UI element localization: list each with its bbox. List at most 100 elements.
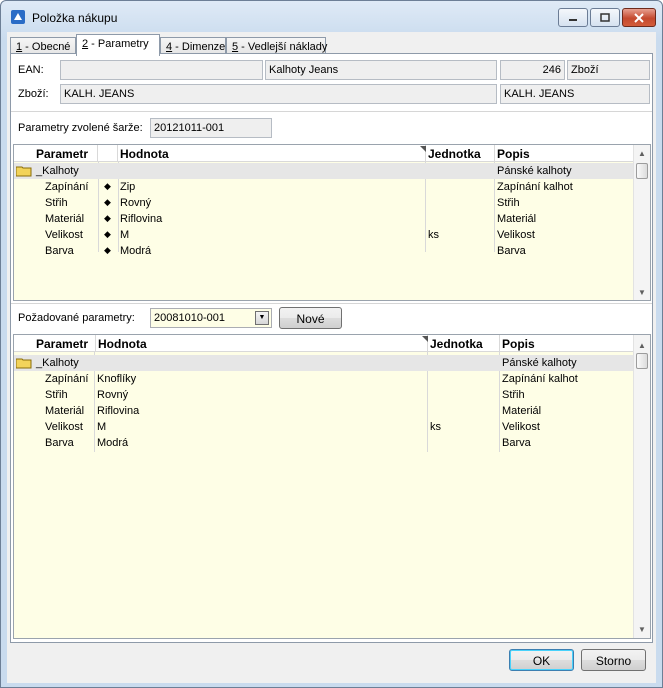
table-row[interactable]: Barva Modrá Barva (14, 435, 634, 451)
ean-field (60, 60, 263, 80)
column-header-value[interactable]: Hodnota (96, 335, 428, 352)
column-header-unit[interactable]: Jednotka (428, 335, 500, 352)
column-header-description[interactable]: Popis (495, 145, 634, 162)
cell-parameter: Zapínání (45, 181, 89, 193)
table-row[interactable]: Barva ◆ Modrá Barva (14, 243, 634, 259)
column-header-parameter[interactable]: Parametr (34, 145, 98, 162)
parameters-panel: EAN: Kalhoty Jeans 246 Zboží Zboží: KALH… (10, 53, 653, 643)
cell-parameter: Barva (45, 437, 74, 449)
cell-description: Pánské kalhoty (497, 165, 572, 177)
cell-value: M (97, 421, 107, 433)
separator (11, 111, 652, 112)
minimize-button[interactable] (558, 8, 588, 27)
table-row[interactable]: Střih ◆ Rovný Střih (14, 195, 634, 211)
table-row[interactable]: _Kalhoty Pánské kalhoty (14, 163, 634, 179)
vertical-scrollbar[interactable]: ▲ ▼ (633, 335, 650, 638)
cell-unit (426, 243, 494, 259)
diamond-icon: ◆ (104, 229, 111, 239)
column-header-value[interactable]: Hodnota (118, 145, 426, 162)
folder-icon (16, 166, 32, 177)
table-row[interactable]: Střih Rovný Střih (14, 387, 634, 403)
cell-unit (428, 387, 498, 403)
cell-description: Barva (502, 437, 531, 449)
cell-unit (428, 435, 498, 451)
cell-description: Zapínání kalhot (502, 373, 578, 385)
table-row[interactable]: Velikost M ks Velikost (14, 419, 634, 435)
column-header-marker[interactable] (98, 145, 118, 162)
table-row[interactable]: Zapínání ◆ Zip Zapínání kalhot (14, 179, 634, 195)
tab-parameters-label: - Parametry (88, 38, 149, 50)
window-title: Položka nákupu (32, 11, 118, 25)
dropdown-arrow-icon[interactable]: ▼ (255, 311, 269, 325)
cell-description: Barva (497, 245, 526, 257)
scroll-down-icon[interactable]: ▼ (638, 288, 646, 297)
column-header-parameter[interactable]: Parametr (34, 335, 96, 352)
cell-parameter: Materiál (45, 213, 85, 225)
table-row[interactable]: Velikost ◆ M ks Velikost (14, 227, 634, 243)
tab-side-costs-label: - Vedlejší náklady (238, 41, 328, 53)
cell-parameter: Střih (45, 197, 68, 209)
table-row[interactable]: Zapínání Knoflíky Zapínání kalhot (14, 371, 634, 387)
scroll-thumb[interactable] (636, 163, 648, 179)
batch-field: 20121011-001 (150, 118, 272, 138)
cell-parameter: Materiál (45, 405, 85, 417)
column-header-description[interactable]: Popis (500, 335, 634, 352)
scroll-up-icon[interactable]: ▲ (638, 149, 646, 158)
grid-header: Parametr Hodnota Jednotka Popis (14, 145, 634, 162)
cell-description: Zapínání kalhot (497, 181, 573, 193)
cell-parameter: _Kalhoty (36, 357, 79, 369)
cell-unit: ks (428, 229, 439, 241)
maximize-button[interactable] (590, 8, 620, 27)
cell-value: Modrá (97, 437, 129, 449)
vertical-scrollbar[interactable]: ▲ ▼ (633, 145, 650, 300)
tab-parameters[interactable]: 2 - Parametry (76, 34, 160, 56)
close-icon (634, 12, 644, 23)
selected-batch-parameters-grid[interactable]: Parametr Hodnota Jednotka Popis _Kalhoty… (13, 144, 651, 301)
ok-button[interactable]: OK (509, 649, 574, 671)
scroll-thumb[interactable] (636, 353, 648, 369)
title-bar[interactable]: Položka nákupu (1, 1, 662, 31)
cell-unit: ks (430, 421, 441, 433)
table-row[interactable]: _Kalhoty Pánské kalhoty (14, 355, 634, 371)
table-row[interactable]: Materiál Riflovina Materiál (14, 403, 634, 419)
diamond-icon: ◆ (104, 181, 111, 191)
cell-parameter: Velikost (45, 229, 83, 241)
scroll-down-icon[interactable]: ▼ (638, 625, 646, 634)
product-type-field: Zboží (567, 60, 650, 80)
cell-value: Rovný (97, 389, 129, 401)
new-button[interactable]: Nové (279, 307, 342, 329)
required-parameters-grid[interactable]: Parametr Hodnota Jednotka Popis _Kalhoty… (13, 334, 651, 639)
required-parameters-combo[interactable]: 20081010-001 ▼ (150, 308, 272, 328)
cell-unit (428, 403, 498, 419)
cell-unit (426, 211, 494, 227)
cell-description: Velikost (497, 229, 535, 241)
column-header-unit[interactable]: Jednotka (426, 145, 495, 162)
cell-description: Pánské kalhoty (502, 357, 577, 369)
cell-value: Knoflíky (97, 373, 137, 385)
cell-value: Modrá (120, 245, 152, 257)
required-parameters-value: 20081010-001 (154, 312, 225, 324)
app-icon (11, 10, 25, 24)
cell-unit (426, 195, 494, 211)
goods-code-field: KALH. JEANS (60, 84, 497, 104)
product-number-field: 246 (500, 60, 565, 80)
goods-code-right-field: KALH. JEANS (500, 84, 650, 104)
sort-corner-indicator (422, 336, 428, 342)
scroll-up-icon[interactable]: ▲ (638, 341, 646, 350)
cell-parameter: _Kalhoty (36, 165, 79, 177)
cell-unit (428, 371, 498, 387)
cell-description: Materiál (502, 405, 542, 417)
tab-general-label: - Obecné (22, 41, 71, 53)
close-button[interactable] (622, 8, 656, 27)
cancel-button[interactable]: Storno (581, 649, 646, 671)
diamond-icon: ◆ (104, 245, 111, 255)
dialog-client: 1 - Obecné 2 - Parametry 4 - Dimenze 5 -… (7, 32, 656, 683)
cell-value: Riflovina (120, 213, 163, 225)
tab-dimensions-label: - Dimenze (172, 41, 226, 53)
minimize-icon (569, 18, 577, 21)
table-row[interactable]: Materiál ◆ Riflovina Materiál (14, 211, 634, 227)
maximize-icon (600, 13, 610, 22)
batch-label: Parametry zvolené šarže: (18, 122, 143, 134)
cell-parameter: Barva (45, 245, 74, 257)
separator (11, 303, 652, 304)
